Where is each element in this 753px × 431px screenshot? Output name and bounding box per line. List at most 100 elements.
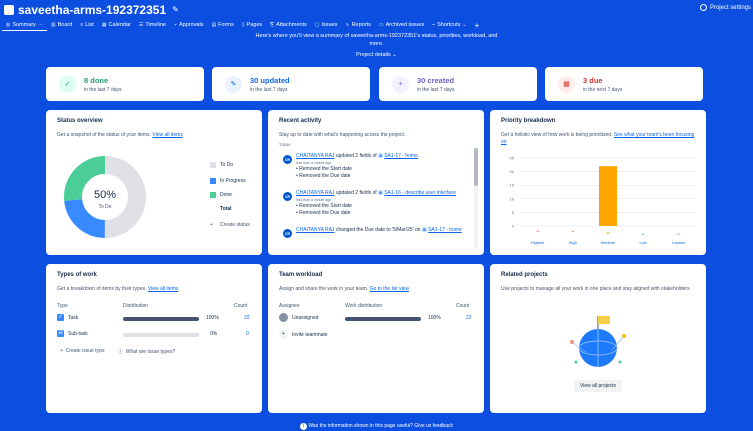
activity-issue-link[interactable]: SA1-16 - describe user interface bbox=[384, 190, 456, 196]
tab-summary-label: Summary bbox=[12, 21, 36, 28]
stat-done-sub: in the last 7 days bbox=[84, 86, 122, 93]
task-icon: ✓ bbox=[57, 314, 64, 321]
timeline-icon: ☰ bbox=[138, 22, 144, 28]
x-tick-label-highest[interactable]: Highest bbox=[531, 240, 545, 245]
x-tick-label-low[interactable]: Low bbox=[640, 240, 647, 245]
view-all-projects-button[interactable]: View all projects bbox=[574, 380, 623, 392]
unassigned-count[interactable]: 22 bbox=[466, 315, 472, 321]
tab-approvals[interactable]: ⑂ Approvals bbox=[170, 19, 207, 31]
invite-teammate-button[interactable]: + Invite teammate bbox=[279, 330, 328, 339]
view-all-items-link[interactable]: View all items bbox=[148, 286, 178, 292]
tab-board-label: Board bbox=[57, 22, 73, 28]
tab-archived-issues[interactable]: ▭ Archived issues bbox=[375, 19, 428, 31]
view-all-items-link[interactable]: View all items bbox=[152, 132, 182, 138]
subtask-count[interactable]: 0 bbox=[246, 331, 249, 337]
list-view-link[interactable]: Go to the list view bbox=[370, 286, 409, 292]
tab-reports[interactable]: ∿ Reports bbox=[341, 19, 374, 31]
add-tab-button[interactable]: + bbox=[471, 19, 484, 31]
pages-icon: ▯ bbox=[241, 22, 245, 28]
related-title: Related projects bbox=[501, 272, 548, 278]
recent-activity-title: Recent activity bbox=[279, 118, 322, 124]
x-tick-label-medium[interactable]: Medium bbox=[601, 240, 616, 245]
approvals-icon: ⑂ bbox=[173, 22, 177, 28]
col-work-distribution: Work distribution bbox=[345, 303, 383, 309]
x-tick-label-lowest[interactable]: Lowest bbox=[672, 240, 686, 245]
donut-center-pct: 50% bbox=[94, 189, 116, 201]
legend-swatch bbox=[210, 162, 216, 168]
team-workload-title: Team workload bbox=[279, 272, 323, 278]
type-row-task[interactable]: ✓ Task bbox=[57, 314, 78, 321]
activity-item-1: CHAITANYA RAJ updated 2 fields of ▣ SA1-… bbox=[296, 153, 481, 179]
activity-user-link[interactable]: CHAITANYA RAJ bbox=[296, 227, 334, 233]
priority-high-icon: ⌃ bbox=[570, 230, 575, 237]
feedback-icon: i bbox=[299, 423, 307, 430]
feedback-footer: i Was the information shown in this page… bbox=[0, 423, 753, 430]
project-settings-label: Project settings bbox=[709, 4, 751, 11]
chevron-down-icon: ⌄ bbox=[392, 52, 397, 58]
create-issue-type-button[interactable]: + Create issue type bbox=[60, 348, 105, 354]
globe-illustration bbox=[570, 316, 626, 367]
subtask-distribution-bar bbox=[123, 333, 199, 337]
tab-board[interactable]: ▥ Board bbox=[47, 19, 76, 31]
summary-intro: Here's where you'll view a summary of sa… bbox=[0, 32, 753, 48]
what-are-issue-types-button[interactable]: ⓘ What are issue types? bbox=[118, 348, 175, 355]
related-projects-card: Related projects Use projects to manage … bbox=[490, 264, 706, 413]
activity-user-link[interactable]: CHAITANYA RAJ bbox=[296, 190, 334, 196]
tab-list-label: List bbox=[85, 22, 94, 28]
activity-issue-link[interactable]: SA1-17 - home bbox=[428, 227, 462, 233]
stat-card-updated[interactable]: ✎ 30 updated in the last 7 days bbox=[212, 67, 370, 101]
assignee-row-unassigned[interactable]: Unassigned bbox=[279, 313, 318, 322]
calendar-icon: ▦ bbox=[558, 75, 575, 93]
activity-user-link[interactable]: CHAITANYA RAJ bbox=[296, 153, 334, 159]
type-row-subtask[interactable]: ⊟ Sub-task bbox=[57, 330, 88, 337]
tab-attachments[interactable]: ⎘ Attachments bbox=[266, 19, 311, 31]
task-distribution-bar bbox=[123, 317, 199, 321]
priority-lowest-icon: ⌄ bbox=[676, 230, 681, 237]
activity-issue-link[interactable]: SA1-17 - home bbox=[384, 153, 418, 159]
tab-shortcuts[interactable]: ⌁ Shortcuts ⌄ bbox=[428, 19, 470, 31]
project-icon bbox=[4, 4, 14, 15]
tab-pages[interactable]: ▯ Pages bbox=[238, 19, 266, 31]
activity-item-2: CHAITANYA RAJ updated 2 fields of ▣ SA1-… bbox=[296, 190, 481, 216]
subtask-pct: 0% bbox=[210, 331, 218, 337]
priority-low-icon: ⌄ bbox=[641, 230, 646, 237]
avatar[interactable]: CR bbox=[283, 192, 292, 201]
stat-card-due[interactable]: ▦ 3 due in the next 7 days bbox=[545, 67, 703, 101]
x-tick-label-high[interactable]: High bbox=[569, 240, 577, 245]
project-settings-button[interactable]: Project settings bbox=[699, 4, 751, 11]
task-icon: ▣ bbox=[378, 190, 383, 196]
avatar[interactable]: CR bbox=[283, 155, 292, 164]
tab-list[interactable]: ≡ List bbox=[76, 19, 97, 31]
y-tick-label: 0 bbox=[512, 224, 515, 229]
intro-line-1: Here's where you'll view a summary of sa… bbox=[255, 33, 498, 39]
tab-shortcuts-label: Shortcuts bbox=[437, 22, 461, 28]
priority-highest-icon: ⌃ bbox=[535, 230, 540, 237]
tab-issues[interactable]: ▢ Issues bbox=[311, 19, 342, 31]
project-details-toggle[interactable]: Project details ⌄ bbox=[0, 52, 753, 58]
stat-updated-sub: in the last 7 days bbox=[250, 86, 288, 93]
intro-line-2: more. bbox=[369, 41, 384, 47]
tab-timeline[interactable]: ☰ Timeline bbox=[135, 19, 170, 31]
bar-medium[interactable] bbox=[599, 166, 617, 226]
stat-due-sub: in the next 7 days bbox=[583, 86, 623, 93]
activity-bullet: • Removed the Due date bbox=[296, 209, 351, 216]
stat-created-value: 30 created bbox=[417, 75, 455, 85]
plus-icon: + bbox=[210, 222, 213, 228]
tab-forms[interactable]: ▤ Forms bbox=[207, 19, 237, 31]
legend-total-label: Total bbox=[220, 206, 232, 212]
priority-bar-chart: 0 5 10 15 20 25 ⌃ Highest ⌃ High = Medium ⌄ Low ⌄ Lowes… bbox=[510, 156, 696, 245]
types-of-work-title: Types of work bbox=[57, 272, 97, 278]
stat-card-created[interactable]: + 30 created in the last 7 days bbox=[379, 67, 537, 101]
feedback-text[interactable]: Was the information shown in this page u… bbox=[308, 423, 453, 429]
tab-calendar[interactable]: ▦ Calendar bbox=[98, 19, 135, 31]
stat-card-done[interactable]: ✓ 8 done in the last 7 days bbox=[46, 67, 204, 101]
avatar[interactable]: CR bbox=[283, 229, 292, 238]
top-bar: saveetha-arms-192372351 ✎ bbox=[0, 0, 753, 19]
project-title[interactable]: saveetha-arms-192372351 bbox=[18, 3, 166, 17]
more-icon[interactable]: ··· bbox=[38, 22, 43, 28]
tab-summary[interactable]: ◍ Summary ··· bbox=[2, 19, 47, 31]
task-icon: ▣ bbox=[378, 153, 383, 159]
y-tick-label: 25 bbox=[510, 156, 515, 161]
edit-pencil-icon[interactable]: ✎ bbox=[172, 5, 179, 14]
task-count[interactable]: 22 bbox=[244, 315, 250, 321]
